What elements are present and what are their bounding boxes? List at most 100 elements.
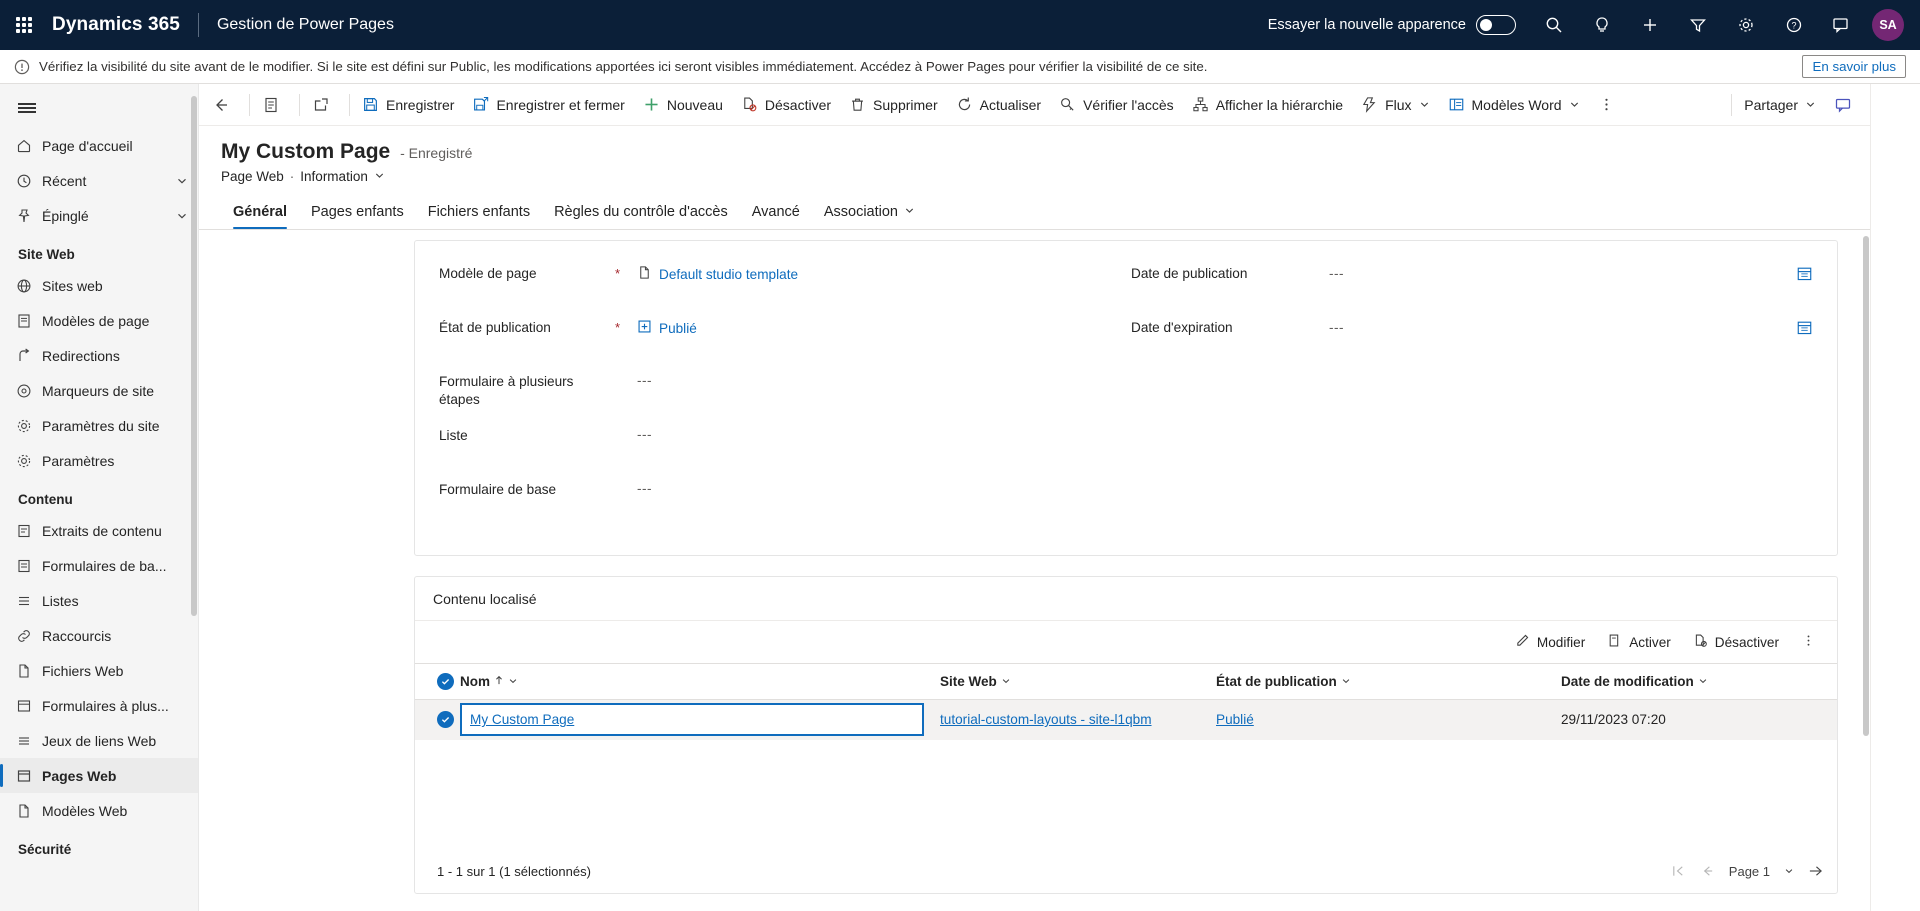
deactivate-button[interactable]: Désactiver bbox=[732, 84, 840, 126]
sidebar-item-parametres-du-site[interactable]: Paramètres du site bbox=[0, 408, 198, 443]
next-page-button[interactable] bbox=[1808, 864, 1823, 878]
help-button[interactable]: ? bbox=[1770, 0, 1818, 50]
sidebar-collapse-button[interactable] bbox=[0, 88, 198, 128]
calendar-icon[interactable] bbox=[1796, 265, 1813, 282]
search-button[interactable] bbox=[1530, 0, 1578, 50]
chevron-down-icon[interactable] bbox=[508, 674, 518, 689]
save-button[interactable]: Enregistrer bbox=[353, 84, 463, 126]
subgrid-overflow-button[interactable] bbox=[1790, 626, 1827, 658]
new-button[interactable]: Nouveau bbox=[634, 84, 732, 126]
row-checkbox[interactable] bbox=[437, 711, 454, 728]
popout-button[interactable] bbox=[303, 84, 346, 126]
cell-etat-de-publication[interactable]: Publié bbox=[1216, 700, 1561, 740]
tab-fichiers-enfants[interactable]: Fichiers enfants bbox=[416, 198, 542, 229]
field-value[interactable]: --- bbox=[637, 427, 1121, 442]
avatar[interactable]: SA bbox=[1872, 9, 1904, 41]
form-selector-button[interactable] bbox=[253, 84, 296, 126]
sidebar-item-formulaires-de-base[interactable]: Formulaires de ba... bbox=[0, 548, 198, 583]
sidebar-item-jeux-de-liens-web[interactable]: Jeux de liens Web bbox=[0, 723, 198, 758]
first-page-button[interactable] bbox=[1671, 864, 1686, 878]
previous-page-button[interactable] bbox=[1700, 864, 1715, 878]
field-value[interactable]: --- bbox=[637, 373, 1121, 388]
column-header-nom[interactable]: Nom bbox=[460, 664, 940, 700]
cell-nom[interactable]: My Custom Page bbox=[460, 700, 940, 740]
filter-button[interactable] bbox=[1674, 0, 1722, 50]
row-select-cell[interactable] bbox=[415, 700, 460, 740]
sidebar-item-parametres[interactable]: Paramètres bbox=[0, 443, 198, 478]
deactivate-button[interactable]: Désactiver bbox=[1682, 626, 1790, 658]
website-link[interactable]: tutorial-custom-layouts - site-l1qbm bbox=[940, 712, 1152, 727]
sidebar-item-fichiers-web[interactable]: Fichiers Web bbox=[0, 653, 198, 688]
focused-cell[interactable]: My Custom Page bbox=[460, 703, 924, 736]
learn-more-button[interactable]: En savoir plus bbox=[1802, 55, 1906, 78]
sidebar-item-pages-web[interactable]: Pages Web bbox=[0, 758, 198, 793]
field-link[interactable]: Publié bbox=[659, 321, 697, 336]
sidebar-item-sites-web[interactable]: Sites web bbox=[0, 268, 198, 303]
insights-button[interactable] bbox=[1578, 0, 1626, 50]
sidebar-item-raccourcis[interactable]: Raccourcis bbox=[0, 618, 198, 653]
form-name[interactable]: Information bbox=[300, 169, 368, 184]
tab-general[interactable]: Général bbox=[221, 198, 299, 229]
tab-avance[interactable]: Avancé bbox=[740, 198, 812, 229]
sidebar-item-recent[interactable]: Récent bbox=[0, 163, 198, 198]
select-all-header[interactable] bbox=[415, 664, 460, 700]
command-overflow-button[interactable] bbox=[1589, 84, 1631, 126]
calendar-icon[interactable] bbox=[1796, 319, 1813, 336]
share-menu-button[interactable]: Partager bbox=[1735, 84, 1825, 126]
field-value[interactable]: --- bbox=[637, 481, 1121, 496]
refresh-button[interactable]: Actualiser bbox=[947, 84, 1050, 126]
delete-button[interactable]: Supprimer bbox=[840, 84, 947, 126]
app-name[interactable]: Gestion de Power Pages bbox=[217, 16, 394, 34]
quick-create-button[interactable] bbox=[1626, 0, 1674, 50]
field-value[interactable]: Publié bbox=[637, 319, 1121, 337]
show-hierarchy-button[interactable]: Afficher la hiérarchie bbox=[1183, 84, 1352, 126]
edit-button[interactable]: Modifier bbox=[1504, 626, 1596, 658]
table-row[interactable]: My Custom Page tutorial-custom-layouts -… bbox=[415, 700, 1837, 740]
main-scrollbar[interactable] bbox=[1861, 126, 1870, 911]
column-label: Date de modification bbox=[1561, 674, 1694, 689]
back-button[interactable] bbox=[203, 84, 246, 126]
field-link[interactable]: Default studio template bbox=[659, 267, 798, 282]
tab-regles-controle-acces[interactable]: Règles du contrôle d'accès bbox=[542, 198, 740, 229]
field-value[interactable]: Default studio template bbox=[637, 265, 1121, 283]
check-access-button[interactable]: Vérifier l'accès bbox=[1050, 84, 1183, 126]
sidebar-item-modeles-de-page[interactable]: Modèles de page bbox=[0, 303, 198, 338]
activate-button[interactable]: Activer bbox=[1596, 626, 1682, 658]
sidebar-item-home[interactable]: Page d'accueil bbox=[0, 128, 198, 163]
column-header-date-de-modification[interactable]: Date de modification bbox=[1561, 664, 1837, 700]
sidebar-item-listes[interactable]: Listes bbox=[0, 583, 198, 618]
sidebar-item-pinned[interactable]: Épinglé bbox=[0, 198, 198, 233]
new-look-toggle[interactable] bbox=[1476, 15, 1516, 35]
cell-site-web[interactable]: tutorial-custom-layouts - site-l1qbm bbox=[940, 700, 1216, 740]
column-header-site-web[interactable]: Site Web bbox=[940, 664, 1216, 700]
sidebar-item-marqueurs-de-site[interactable]: Marqueurs de site bbox=[0, 373, 198, 408]
record-link[interactable]: My Custom Page bbox=[470, 712, 574, 727]
settings-button[interactable] bbox=[1722, 0, 1770, 50]
publish-state-link[interactable]: Publié bbox=[1216, 712, 1254, 727]
column-header-etat-de-publication[interactable]: État de publication bbox=[1216, 664, 1561, 700]
chevron-down-icon[interactable] bbox=[176, 175, 188, 187]
chevron-down-icon[interactable] bbox=[176, 210, 188, 222]
tab-pages-enfants[interactable]: Pages enfants bbox=[299, 198, 416, 229]
tab-association[interactable]: Association bbox=[812, 198, 927, 229]
word-templates-menu-button[interactable]: Modèles Word bbox=[1439, 84, 1589, 126]
sidebar-item-extraits-de-contenu[interactable]: Extraits de contenu bbox=[0, 513, 198, 548]
field-value[interactable]: --- bbox=[1329, 319, 1813, 336]
chevron-down-icon[interactable] bbox=[1001, 674, 1011, 689]
feedback-button[interactable] bbox=[1818, 0, 1866, 50]
sidebar-scrollbar[interactable] bbox=[191, 96, 197, 616]
waffle-menu-button[interactable] bbox=[0, 0, 48, 50]
suite-name[interactable]: Dynamics 365 bbox=[48, 14, 180, 36]
sidebar-item-redirections[interactable]: Redirections bbox=[0, 338, 198, 373]
chevron-down-icon[interactable] bbox=[1784, 864, 1794, 879]
chevron-down-icon[interactable] bbox=[1698, 674, 1708, 689]
sidebar-item-formulaires-a-plusieurs-etapes[interactable]: Formulaires à plus... bbox=[0, 688, 198, 723]
save-and-close-button[interactable]: Enregistrer et fermer bbox=[463, 84, 633, 126]
feedback-panel-button[interactable] bbox=[1825, 84, 1870, 126]
flow-menu-button[interactable]: Flux bbox=[1352, 84, 1438, 126]
sidebar-item-modeles-web[interactable]: Modèles Web bbox=[0, 793, 198, 828]
field-value[interactable]: --- bbox=[1329, 265, 1813, 282]
chevron-down-icon[interactable] bbox=[1341, 674, 1351, 689]
chevron-down-icon[interactable] bbox=[374, 169, 385, 184]
select-all-checkbox[interactable] bbox=[437, 673, 454, 690]
